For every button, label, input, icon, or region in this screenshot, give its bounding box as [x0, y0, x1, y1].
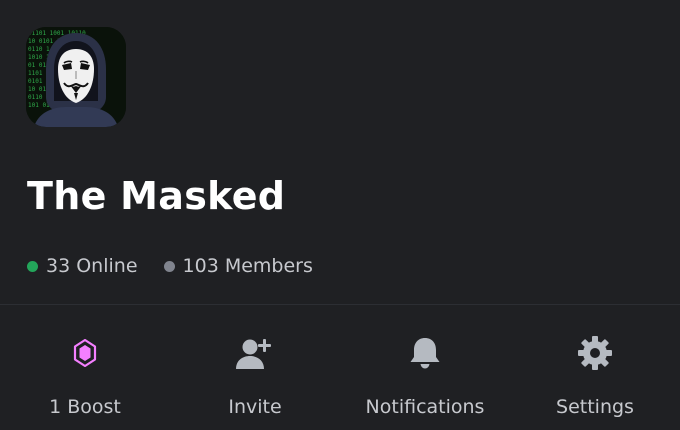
member-status-dot	[163, 260, 175, 272]
boost-gem-icon	[65, 333, 105, 373]
online-status-dot	[27, 260, 38, 272]
boost-button[interactable]: 1 Boost	[0, 305, 170, 430]
server-icon[interactable]: 01101 1001 10110 10 0101 11010 01 0110 1…	[26, 27, 126, 127]
invite-label: Invite	[228, 396, 282, 418]
notifications-button[interactable]: Notifications	[340, 305, 510, 430]
member-count: 103 Members	[163, 255, 313, 277]
settings-button[interactable]: Settings	[510, 305, 680, 430]
server-stats: 33 Online 103 Members	[27, 255, 339, 277]
add-user-icon	[235, 333, 275, 373]
gear-icon	[575, 333, 615, 373]
notifications-label: Notifications	[365, 396, 485, 418]
server-name: The Masked	[27, 174, 286, 218]
online-count: 33 Online	[27, 255, 138, 277]
member-count-label: 103 Members	[182, 255, 313, 277]
boost-label: 1 Boost	[49, 396, 121, 418]
masked-hacker-server-icon: 01101 1001 10110 10 0101 11010 01 0110 1…	[26, 27, 126, 127]
invite-button[interactable]: Invite	[170, 305, 340, 430]
online-count-label: 33 Online	[46, 255, 138, 277]
settings-label: Settings	[556, 396, 634, 418]
bell-icon	[405, 333, 445, 373]
server-actions: 1 Boost Invite Notifications Settings	[0, 305, 680, 430]
